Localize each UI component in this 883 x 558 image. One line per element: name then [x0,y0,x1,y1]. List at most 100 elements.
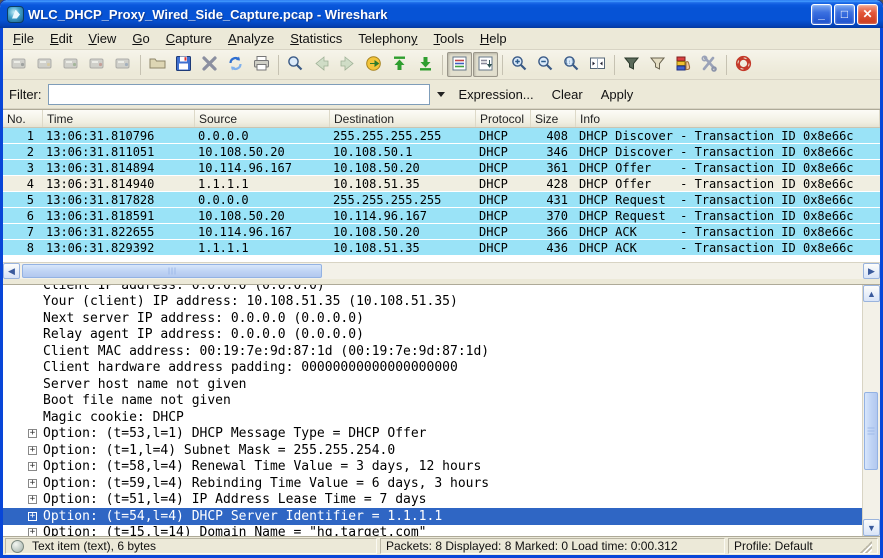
detail-line[interactable]: Boot file name not given [3,393,862,410]
expression-button[interactable]: Expression... [450,84,543,105]
packet-row-7[interactable]: 7 13:06:31.822655 10.114.96.167 10.108.50.2… [3,224,880,240]
capture-stop-button[interactable] [85,52,110,77]
menu-analyze[interactable]: Analyze [220,29,282,48]
expander-plus-icon[interactable]: + [28,495,37,505]
close-button[interactable]: ✕ [857,3,878,25]
detail-line[interactable]: Next server IP address: 0.0.0.0 (0.0.0.0… [3,310,862,327]
vertical-scroll-track[interactable] [863,302,880,519]
detail-line[interactable]: Client hardware address padding: 0000000… [3,360,862,377]
detail-line[interactable]: + Option: (t=54,l=4) DHCP Server Identifi… [3,508,862,525]
column-header-protocol[interactable]: Protocol [476,110,531,127]
capture-restart-button[interactable] [111,52,136,77]
packet-cell: 1.1.1.1 [198,241,249,255]
resize-grip[interactable] [860,541,872,553]
display-filter-button[interactable] [645,52,670,77]
detail-line[interactable]: Client MAC address: 00:19:7e:9d:87:1d (0… [3,343,862,360]
column-header-destination[interactable]: Destination [330,110,476,127]
help-button[interactable] [731,52,756,77]
menu-file[interactable]: File [5,29,42,48]
coloring-rules-button[interactable] [671,52,696,77]
apply-button[interactable]: Apply [592,84,643,105]
detail-line[interactable]: Server host name not given [3,376,862,393]
zoom-out-button[interactable] [533,52,558,77]
capture-options-button[interactable] [33,52,58,77]
go-back-button[interactable] [309,52,334,77]
go-top-button[interactable] [387,52,412,77]
maximize-button[interactable]: □ [834,3,855,25]
detail-line[interactable]: Relay agent IP address: 0.0.0.0 (0.0.0.0… [3,327,862,344]
filter-input[interactable] [47,83,430,105]
expander-plus-icon[interactable]: + [28,511,37,521]
packet-cell: DHCP [479,225,508,239]
expander-plus-icon[interactable]: + [28,462,37,472]
detail-line[interactable]: + Option: (t=15,l=14) Domain Name = "hq.t… [3,525,862,536]
vertical-scroll-thumb[interactable] [864,392,878,470]
column-header-info[interactable]: Info [576,110,880,127]
preferences-button[interactable] [697,52,722,77]
packet-row-3[interactable]: 3 13:06:31.814894 10.114.96.167 10.108.50.2… [3,160,880,176]
column-header-source[interactable]: Source [195,110,330,127]
expander-plus-icon[interactable]: + [28,528,37,536]
reload-button[interactable] [223,52,248,77]
scroll-left-icon[interactable]: ◀ [3,263,20,279]
zoom-in-button[interactable] [507,52,532,77]
print-button[interactable] [249,52,274,77]
column-header-time[interactable]: Time [43,110,195,127]
packet-row-8[interactable]: 8 13:06:31.829392 1.1.1.1 10.108.51.35 DHCP 4… [3,240,880,256]
column-header-size[interactable]: Size [531,110,576,127]
detail-line[interactable]: + Option: (t=59,l=4) Rebinding Time Value… [3,475,862,492]
go-forward-button[interactable] [335,52,360,77]
file-close-button[interactable] [197,52,222,77]
scroll-up-icon[interactable]: ▲ [863,285,880,302]
packet-cell: 8 [26,241,34,255]
menu-help[interactable]: Help [472,29,515,48]
detail-line[interactable]: Magic cookie: DHCP [3,409,862,426]
go-bottom-button[interactable] [413,52,438,77]
vertical-scrollbar[interactable]: ▲ ▼ [862,285,880,536]
packet-row-6[interactable]: 6 13:06:31.818591 10.108.50.20 10.114.96.16… [3,208,880,224]
menu-capture[interactable]: Capture [158,29,220,48]
detail-line[interactable]: Client IP address: 0.0.0.0 (0.0.0.0) [3,285,862,294]
scroll-down-icon[interactable]: ▼ [863,519,880,536]
menu-edit[interactable]: Edit [42,29,80,48]
packet-row-5[interactable]: 5 13:06:31.817828 0.0.0.0 255.255.255.255 DH… [3,192,880,208]
capture-interfaces-button[interactable] [7,52,32,77]
horizontal-scroll-track[interactable] [20,263,863,279]
resize-columns-button[interactable] [585,52,610,77]
minimize-button[interactable]: _ [811,3,832,25]
menu-go[interactable]: Go [124,29,157,48]
menu-view[interactable]: View [80,29,124,48]
detail-line[interactable]: + Option: (t=58,l=4) Renewal Time Value =… [3,459,862,476]
expander-plus-icon[interactable]: + [28,478,37,488]
expert-info-icon[interactable] [11,539,24,553]
filter-dropdown-button[interactable] [433,85,450,104]
clear-button[interactable]: Clear [543,84,592,105]
file-save-button[interactable] [171,52,196,77]
detail-line[interactable]: + Option: (t=1,l=4) Subnet Mask = 255.255… [3,442,862,459]
packet-row-1[interactable]: 1 13:06:31.810796 0.0.0.0 255.255.255.255 DH… [3,128,880,144]
packet-row-4[interactable]: 4 13:06:31.814940 1.1.1.1 10.108.51.35 DHCP 4… [3,176,880,192]
horizontal-scroll-thumb[interactable] [22,264,322,278]
menu-telephony[interactable]: Telephony [350,29,425,48]
colorize-toggle-button[interactable] [447,52,472,77]
expander-plus-icon[interactable]: + [28,445,37,455]
detail-line-text: Client IP address: 0.0.0.0 (0.0.0.0) [43,285,325,293]
column-header-no[interactable]: No. [3,110,43,127]
scroll-right-icon[interactable]: ▶ [863,263,880,279]
packet-cell: 346 [546,145,568,159]
menu-tools[interactable]: Tools [426,29,472,48]
menu-statistics[interactable]: Statistics [282,29,350,48]
packet-row-2[interactable]: 2 13:06:31.811051 10.108.50.20 10.108.50.1 D… [3,144,880,160]
find-button[interactable] [283,52,308,77]
autoscroll-toggle-button[interactable] [473,52,498,77]
file-open-button[interactable] [145,52,170,77]
detail-line[interactable]: + Option: (t=53,l=1) DHCP Message Type = … [3,426,862,443]
expander-plus-icon[interactable]: + [28,429,37,439]
go-to-packet-button[interactable] [361,52,386,77]
detail-line[interactable]: Your (client) IP address: 10.108.51.35 (… [3,294,862,311]
zoom-100-button[interactable]: 1:1 [559,52,584,77]
capture-start-button[interactable] [59,52,84,77]
capture-filter-button[interactable] [619,52,644,77]
horizontal-scrollbar[interactable]: ◀ ▶ [3,262,880,279]
detail-line[interactable]: + Option: (t=51,l=4) IP Address Lease Tim… [3,492,862,509]
